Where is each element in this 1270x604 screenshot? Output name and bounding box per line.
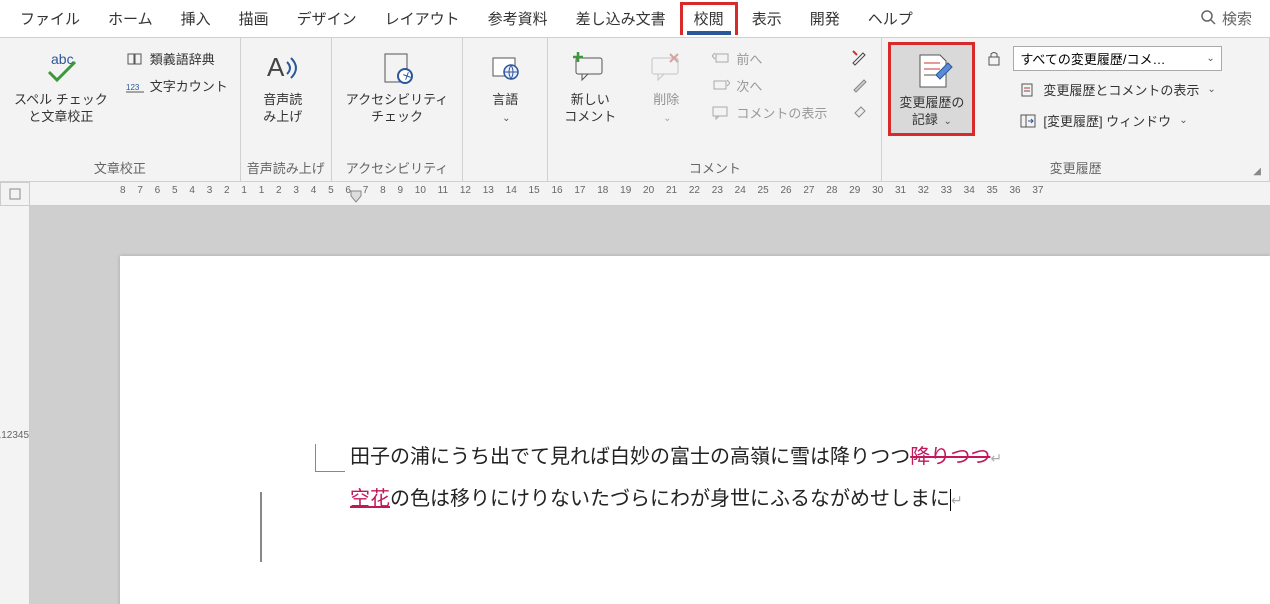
tab-design[interactable]: デザイン xyxy=(283,2,371,35)
spellcheck-button[interactable]: abc スペル チェック と文章校正 xyxy=(6,42,116,130)
group-proofing: abc スペル チェック と文章校正 類義語辞典 123 文字カウント 文章校正 xyxy=(0,38,241,181)
lock-icon xyxy=(985,49,1003,67)
ink-button[interactable] xyxy=(845,46,875,70)
vertical-ruler[interactable]: 5432112 xyxy=(0,206,30,604)
svg-text:A: A xyxy=(267,52,285,82)
next-comment-icon xyxy=(712,77,730,95)
tab-developer[interactable]: 開発 xyxy=(796,2,854,35)
track-changes-icon xyxy=(910,49,954,93)
svg-text:123: 123 xyxy=(126,83,140,92)
document-page[interactable]: 田子の浦にうち出でて見れば白妙の富士の高嶺に雪は降りつつ降りつつ 空花の色は移り… xyxy=(120,256,1270,604)
document-area: 5432112 田子の浦にうち出でて見れば白妙の富士の高嶺に雪は降りつつ降りつつ… xyxy=(0,206,1270,604)
chevron-down-icon: ⌄ xyxy=(1179,115,1187,126)
tab-mailings[interactable]: 差し込み文書 xyxy=(562,2,680,35)
show-comments-icon xyxy=(712,104,730,122)
paragraph-mark xyxy=(315,444,345,472)
group-language: 言語⌄ xyxy=(463,38,548,181)
search-label: 検索 xyxy=(1222,8,1252,29)
tab-file[interactable]: ファイル xyxy=(6,2,94,35)
wordcount-icon: 123 xyxy=(126,77,144,95)
document-body[interactable]: 田子の浦にうち出でて見れば白妙の富士の高嶺に雪は降りつつ降りつつ 空花の色は移り… xyxy=(220,436,1270,520)
eraser-icon xyxy=(851,101,869,119)
wordcount-button[interactable]: 123 文字カウント xyxy=(120,73,234,98)
chevron-down-icon: ⌄ xyxy=(502,113,510,124)
thesaurus-icon xyxy=(126,50,144,68)
paragraph-end-icon xyxy=(990,446,1002,468)
tab-layout[interactable]: レイアウト xyxy=(371,2,474,35)
ruler-corner[interactable] xyxy=(0,182,30,206)
text-line-1[interactable]: 田子の浦にうち出でて見れば白妙の富士の高嶺に雪は降りつつ降りつつ xyxy=(350,436,1270,478)
ribbon: abc スペル チェック と文章校正 類義語辞典 123 文字カウント 文章校正 xyxy=(0,38,1270,182)
tab-home[interactable]: ホーム xyxy=(94,2,167,35)
svg-text:abc: abc xyxy=(51,51,74,67)
group-comments: 新しい コメント 削除⌄ 前へ 次へ コメントの表示 xyxy=(548,38,882,181)
search-box[interactable]: 検索 xyxy=(1188,8,1264,29)
chevron-down-icon: ⌄ xyxy=(663,113,671,124)
tab-review[interactable]: 校閲 xyxy=(680,2,738,35)
prev-comment-icon xyxy=(712,50,730,68)
language-button[interactable]: 言語⌄ xyxy=(469,42,541,130)
readaloud-button[interactable]: A 音声読 み上げ xyxy=(247,42,319,130)
inserted-text: 空花 xyxy=(350,488,390,510)
change-bar xyxy=(260,492,262,562)
thesaurus-button[interactable]: 類義語辞典 xyxy=(120,46,234,71)
reviewing-pane-button[interactable]: [変更履歴] ウィンドウ ⌄ xyxy=(1013,108,1221,133)
chevron-down-icon: ⌄ xyxy=(1207,84,1215,95)
tab-draw[interactable]: 描画 xyxy=(225,2,283,35)
pencil-button[interactable] xyxy=(845,72,875,96)
delete-comment-button[interactable]: 削除⌄ xyxy=(630,42,702,130)
tab-references[interactable]: 参考資料 xyxy=(474,2,562,35)
readaloud-icon: A xyxy=(263,46,303,90)
tab-view[interactable]: 表示 xyxy=(738,2,796,35)
language-icon xyxy=(487,46,523,90)
horizontal-ruler-area: 8 7 6 5 4 3 2 1 1 2 3 4 5 6 7 8 9 10 11 … xyxy=(0,182,1270,206)
accessibility-icon xyxy=(377,46,417,90)
pencil-icon xyxy=(851,75,869,93)
eraser-button[interactable] xyxy=(845,98,875,122)
markup-icon xyxy=(1019,81,1037,99)
horizontal-ruler[interactable]: 8 7 6 5 4 3 2 1 1 2 3 4 5 6 7 8 9 10 11 … xyxy=(30,182,1270,206)
show-markup-button[interactable]: 変更履歴とコメントの表示 ⌄ xyxy=(1013,77,1221,102)
lock-tracking-button[interactable] xyxy=(979,46,1009,70)
tab-help[interactable]: ヘルプ xyxy=(854,2,927,35)
tracking-launcher[interactable]: ◢ xyxy=(1253,166,1265,177)
accessibility-check-button[interactable]: アクセシビリティ チェック xyxy=(338,42,457,130)
prev-comment-button[interactable]: 前へ xyxy=(706,46,833,71)
spellcheck-icon: abc xyxy=(39,46,83,90)
search-icon xyxy=(1200,9,1216,29)
tab-insert[interactable]: 挿入 xyxy=(167,2,225,35)
new-comment-button[interactable]: 新しい コメント xyxy=(554,42,626,130)
group-accessibility: アクセシビリティ チェック アクセシビリティ xyxy=(332,38,464,181)
chevron-down-icon: ⌄ xyxy=(943,116,951,127)
new-comment-icon xyxy=(570,46,610,90)
chevron-down-icon: ⌄ xyxy=(1206,53,1214,64)
reviewing-pane-icon xyxy=(1019,112,1037,130)
display-for-review-select[interactable]: すべての変更履歴/コメ… ⌄ xyxy=(1013,46,1221,71)
paragraph-end-icon xyxy=(951,488,963,510)
group-speech: A 音声読 み上げ 音声読み上げ xyxy=(241,38,332,181)
page-container: 田子の浦にうち出でて見れば白妙の富士の高嶺に雪は降りつつ降りつつ 空花の色は移り… xyxy=(30,206,1270,604)
group-tracking: 変更履歴の 記録 ⌄ すべての変更履歴/コメ… ⌄ 変更履歴とコメントの表示 ⌄… xyxy=(882,38,1270,181)
tab-bar: ファイル ホーム 挿入 描画 デザイン レイアウト 参考資料 差し込み文書 校閲… xyxy=(0,0,1270,38)
show-comments-button[interactable]: コメントの表示 xyxy=(706,100,833,125)
delete-comment-icon xyxy=(646,46,686,90)
next-comment-button[interactable]: 次へ xyxy=(706,73,833,98)
ink-pen-icon xyxy=(851,49,869,67)
text-line-2[interactable]: 空花の色は移りにけりないたづらにわが身世にふるながめせしまに xyxy=(350,478,1270,520)
track-changes-button[interactable]: 変更履歴の 記録 ⌄ xyxy=(888,42,975,136)
deleted-text: 降りつつ xyxy=(910,446,990,468)
